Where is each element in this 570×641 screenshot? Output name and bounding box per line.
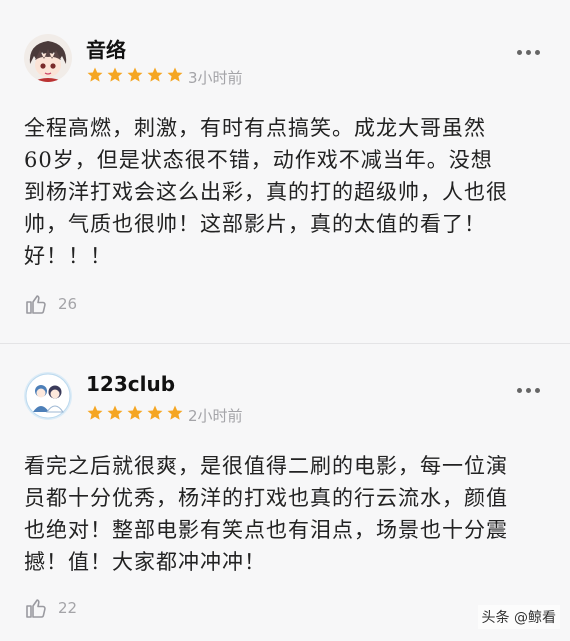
review-time: 2小时前 <box>188 407 243 425</box>
review-text-line: 好！！！ <box>24 244 112 268</box>
thumbs-up-icon <box>26 599 46 618</box>
like-button[interactable]: 26 <box>24 292 77 316</box>
review-text-line: 60岁，但是状态很不错，动作戏不减当年。没想 <box>24 148 493 172</box>
thumbs-up-icon <box>26 295 46 314</box>
divider <box>0 343 570 344</box>
review-text-line: 看完之后就很爽，是很值得二刷的电影，每一位演 <box>24 454 508 478</box>
star-icon <box>147 405 163 420</box>
star-rating <box>86 404 184 422</box>
star-icon <box>87 405 103 420</box>
watermark: 头条 @鲸看 <box>477 605 560 629</box>
star-icon <box>107 67 123 82</box>
star-icon <box>167 67 183 82</box>
review-text: 全程高燃，刺激，有时有点搞笑。成龙大哥虽然 60岁，但是状态很不错，动作戏不减当… <box>24 112 536 272</box>
star-icon <box>87 67 103 82</box>
review-text-line: 全程高燃，刺激，有时有点搞笑。成龙大哥虽然 <box>24 116 486 140</box>
avatar[interactable] <box>24 372 72 420</box>
review-header: 123club 2小时前 <box>24 368 546 432</box>
star-icon <box>107 405 123 420</box>
review-text-line: 也绝对！整部电影有笑点也有泪点，场景也十分震 <box>24 518 508 542</box>
review-card: 音络 3小时前 全程高燃，刺激，有时有点搞笑。成龙大哥虽然 60岁，但是状态很不… <box>0 30 570 314</box>
like-count: 22 <box>58 599 78 617</box>
review-text-line: 到杨洋打戏会这么出彩，真的打的超级帅，人也很 <box>24 180 508 204</box>
couple-avatar-icon <box>24 372 72 420</box>
like-count: 26 <box>58 295 78 313</box>
review-text-line: 帅，气质也很帅！这部影片，真的太值的看了！ <box>24 212 486 236</box>
star-icon <box>127 67 143 82</box>
review-time: 3小时前 <box>188 69 243 87</box>
more-options-icon[interactable] <box>517 388 540 393</box>
review-text-line: 员都十分优秀，杨洋的打戏也真的行云流水，颜值 <box>24 486 508 510</box>
review-text: 看完之后就很爽，是很值得二刷的电影，每一位演 员都十分优秀，杨洋的打戏也真的行云… <box>24 450 536 578</box>
review-header: 音络 3小时前 <box>24 30 546 94</box>
username[interactable]: 123club <box>86 372 175 396</box>
star-icon <box>127 405 143 420</box>
review-card: 123club 2小时前 看完之后就很爽，是很值得二刷的电影，每一位演 员都十分… <box>0 368 570 618</box>
star-icon <box>167 405 183 420</box>
username[interactable]: 音络 <box>86 34 126 63</box>
like-button[interactable]: 22 <box>24 596 77 620</box>
star-icon <box>147 67 163 82</box>
anime-avatar-icon <box>24 34 72 82</box>
review-text-line: 撼！值！大家都冲冲冲！ <box>24 550 266 574</box>
star-rating <box>86 66 184 84</box>
avatar[interactable] <box>24 34 72 82</box>
more-options-icon[interactable] <box>517 50 540 55</box>
